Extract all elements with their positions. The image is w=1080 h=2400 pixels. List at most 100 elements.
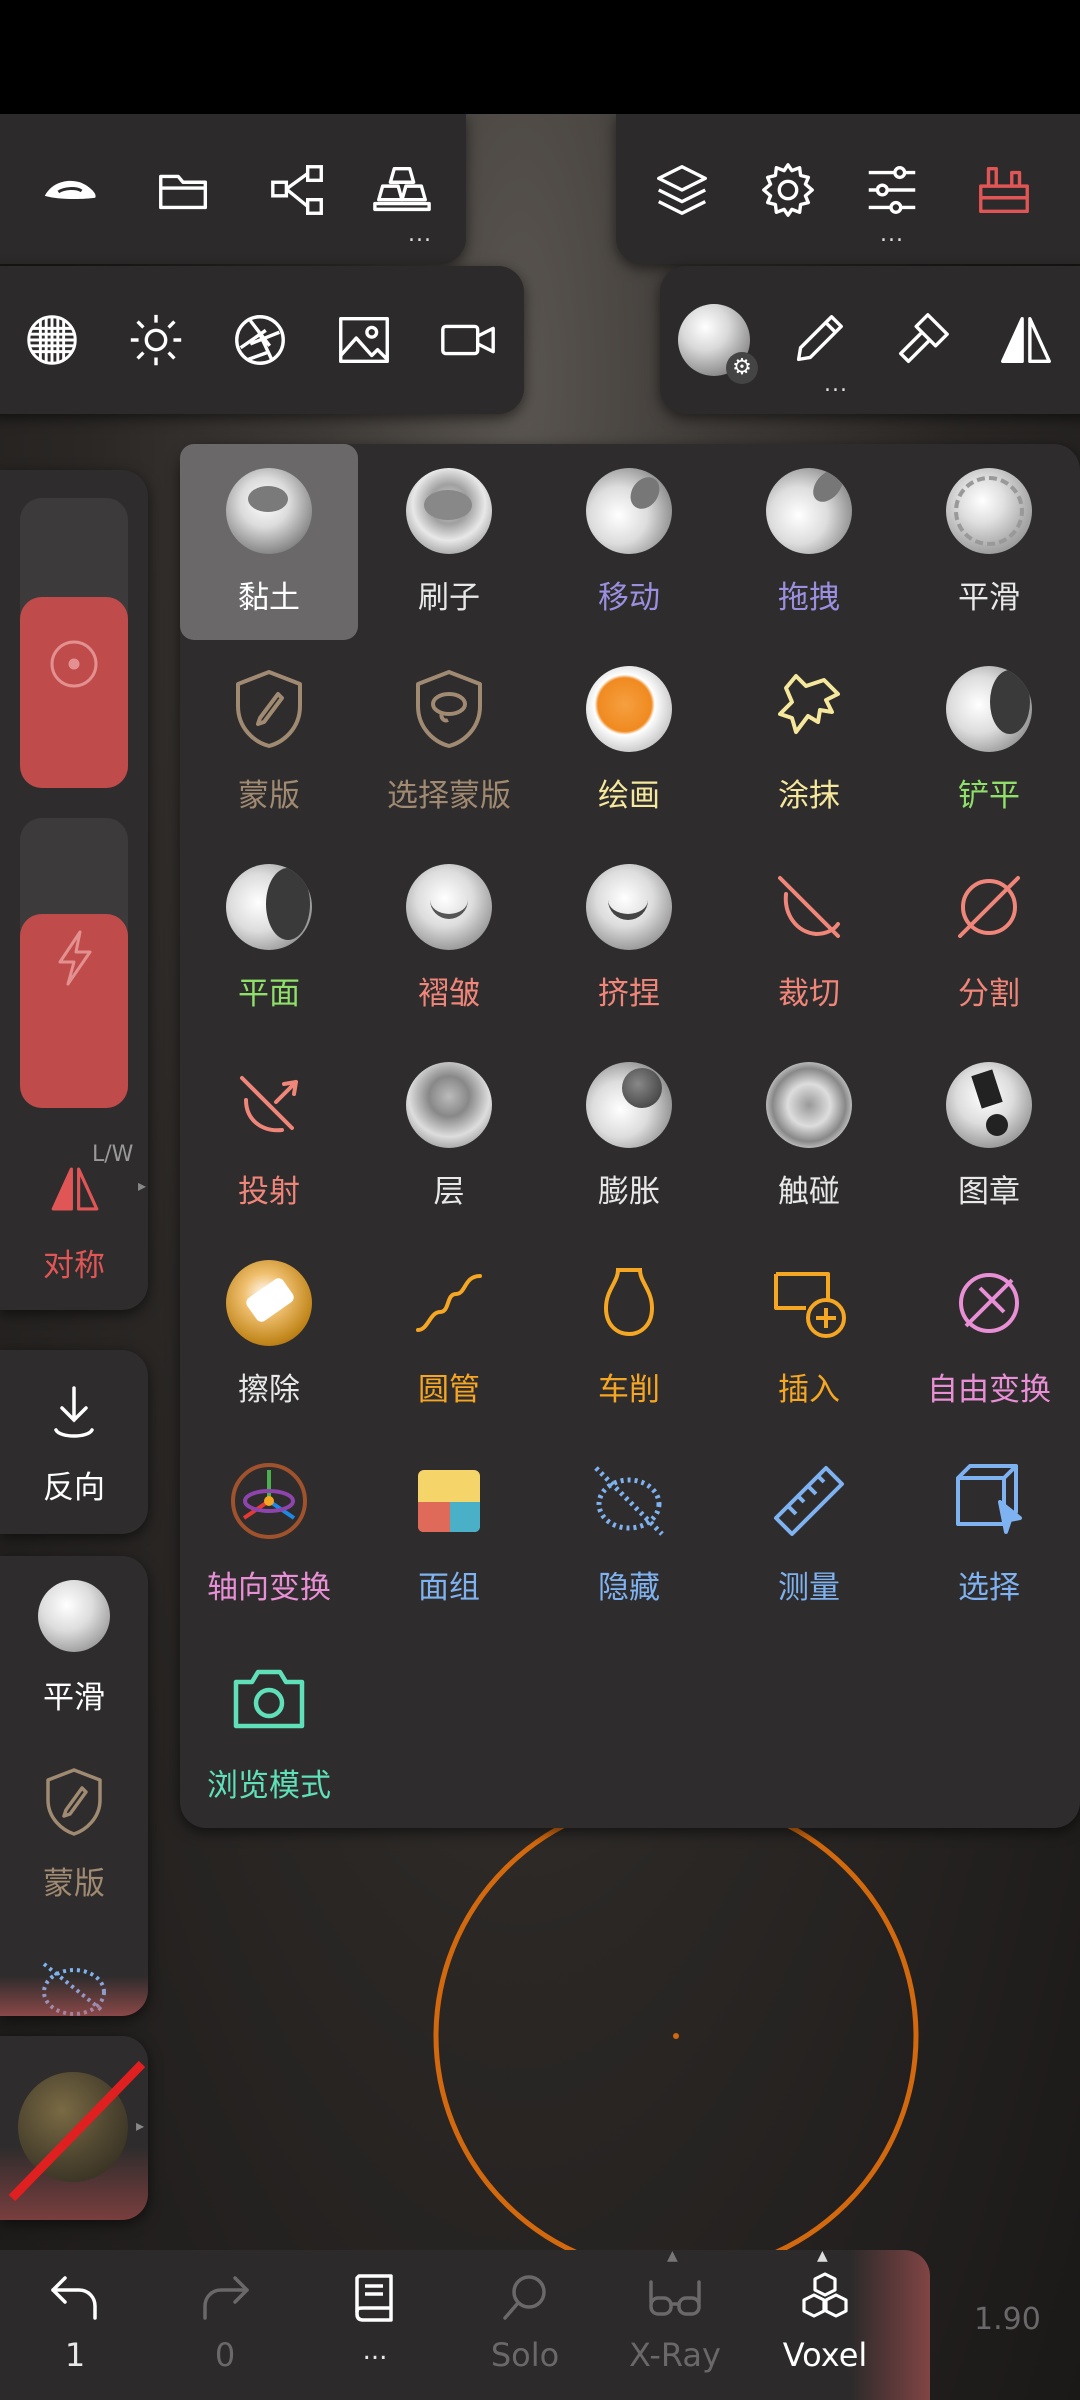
share-icon[interactable] (262, 154, 334, 226)
tool-item[interactable]: 分割 (900, 840, 1078, 1036)
tool-label: 褶皱 (418, 976, 480, 1012)
tube-curve-icon (406, 1260, 492, 1346)
tool-label: 分割 (958, 976, 1020, 1012)
top-toolbar-left: ... (0, 114, 466, 264)
gear-icon[interactable] (752, 154, 824, 226)
solo-button[interactable]: Solo (450, 2268, 600, 2396)
folder-icon[interactable] (148, 154, 220, 226)
reverse-panel: 反向 (0, 1350, 148, 1534)
tool-label: 投射 (238, 1174, 300, 1210)
tool-label: 选择蒙版 (387, 778, 511, 814)
tool-label: 选择 (958, 1570, 1020, 1606)
reverse-button[interactable]: 反向 (0, 1462, 148, 1507)
tool-label: 触碰 (778, 1174, 840, 1210)
tool-item[interactable]: 面组 (360, 1434, 538, 1630)
disabled-slash-icon (8, 2060, 146, 2202)
tool-item[interactable]: 插入 (720, 1236, 898, 1432)
smooth-label[interactable]: 平滑 (0, 1672, 148, 1717)
tool-item[interactable]: 图章 (900, 1038, 1078, 1234)
image-icon[interactable] (328, 304, 400, 376)
tool-item[interactable]: 裁切 (720, 840, 898, 1036)
mask-label[interactable]: 蒙版 (0, 1858, 148, 1903)
book-icon (355, 2274, 393, 2322)
radius-slider[interactable] (20, 498, 128, 788)
camera-icon (226, 1656, 312, 1742)
aperture-icon[interactable] (224, 304, 296, 376)
history-button[interactable]: ... (300, 2268, 450, 2396)
sphere-grid-icon[interactable] (16, 304, 88, 376)
intensity-slider[interactable] (20, 818, 128, 1108)
tool-item[interactable]: 平面 (180, 840, 358, 1036)
history-label: ... (362, 2336, 388, 2366)
tool-item[interactable]: 层 (360, 1038, 538, 1234)
tool-label: 轴向变换 (207, 1570, 331, 1606)
redo-button[interactable]: 0 (150, 2268, 300, 2396)
tool-label: 自由变换 (927, 1372, 1051, 1408)
tool-item[interactable]: 褶皱 (360, 840, 538, 1036)
gold-bars-icon[interactable] (366, 154, 438, 226)
redo-icon (203, 2276, 249, 2320)
tool-item[interactable]: 浏览模式 (180, 1632, 358, 1828)
more-indicator[interactable]: ... (824, 372, 848, 397)
tool-item[interactable]: 绘画 (540, 642, 718, 838)
tool-label: 擦除 (238, 1372, 300, 1408)
xray-more-caret: ▲ (667, 2248, 678, 2264)
smooth-sphere-icon[interactable] (38, 1580, 110, 1652)
tool-item[interactable]: 挤捏 (540, 840, 718, 1036)
voxel-more-caret: ▲ (817, 2248, 828, 2264)
symmetry-icon[interactable] (46, 1160, 104, 1218)
more-indicator[interactable]: ... (408, 222, 432, 247)
select-cube-icon (946, 1458, 1032, 1544)
mask-shield-icon[interactable] (42, 1766, 106, 1838)
tool-item[interactable]: 触碰 (720, 1038, 898, 1234)
brush-icon[interactable] (782, 304, 854, 376)
layers-icon[interactable] (646, 154, 718, 226)
sun-icon[interactable] (120, 304, 192, 376)
tool-label: 图章 (958, 1174, 1020, 1210)
voxel-button[interactable]: Voxel (750, 2268, 900, 2396)
tool-item[interactable]: 涂抹 (720, 642, 898, 838)
tool-item[interactable]: 圆管 (360, 1236, 538, 1432)
voxel-cubes-icon (802, 2272, 848, 2318)
second-toolbar-left (0, 266, 524, 414)
tool-item[interactable]: 移动 (540, 444, 718, 640)
more-indicator[interactable]: ... (880, 222, 904, 247)
tool-item[interactable]: 自由变换 (900, 1236, 1078, 1432)
move-sphere-icon (586, 468, 672, 554)
expand-icon: ▸ (136, 2116, 145, 2135)
tool-item[interactable]: 选择 (900, 1434, 1078, 1630)
tool-item[interactable]: 刷子 (360, 444, 538, 640)
undo-button[interactable]: 1 (0, 2268, 150, 2396)
material-sphere-icon[interactable]: ⚙ (670, 296, 758, 384)
paint-tool-icon[interactable] (886, 304, 958, 376)
tool-item[interactable]: 投射 (180, 1038, 358, 1234)
plane-sphere-icon (226, 864, 312, 950)
tool-label: 裁切 (778, 976, 840, 1012)
sliders-icon[interactable] (856, 154, 928, 226)
video-camera-icon[interactable] (432, 304, 504, 376)
tool-label: 层 (433, 1174, 465, 1210)
tool-item[interactable]: 黏土 (180, 444, 358, 640)
mask-shield-icon (226, 666, 312, 752)
symmetry-label[interactable]: 对称 (0, 1240, 148, 1285)
paint-sphere-icon (586, 666, 672, 752)
crease-sphere-icon (406, 864, 492, 950)
tool-item[interactable]: 铲平 (900, 642, 1078, 838)
tool-item[interactable]: 拖拽 (720, 444, 898, 640)
voxel-label: Voxel (782, 2336, 868, 2374)
inflate-sphere-icon (586, 1062, 672, 1148)
tool-item[interactable]: 测量 (720, 1434, 898, 1630)
mirror-triangle-icon[interactable] (990, 304, 1062, 376)
xray-button[interactable]: X-Ray (600, 2268, 750, 2396)
tool-item[interactable]: 隐藏 (540, 1434, 718, 1630)
tool-item[interactable]: 膨胀 (540, 1038, 718, 1234)
hat-icon[interactable] (34, 154, 106, 226)
tool-item[interactable]: 选择蒙版 (360, 642, 538, 838)
tool-item[interactable]: 平滑 (900, 444, 1078, 640)
tool-item[interactable]: 蒙版 (180, 642, 358, 838)
tool-item[interactable]: 擦除 (180, 1236, 358, 1432)
tool-item[interactable]: 车削 (540, 1236, 718, 1432)
toolbox-icon[interactable] (968, 154, 1040, 226)
tool-label: 膨胀 (598, 1174, 660, 1210)
tool-item[interactable]: 轴向变换 (180, 1434, 358, 1630)
